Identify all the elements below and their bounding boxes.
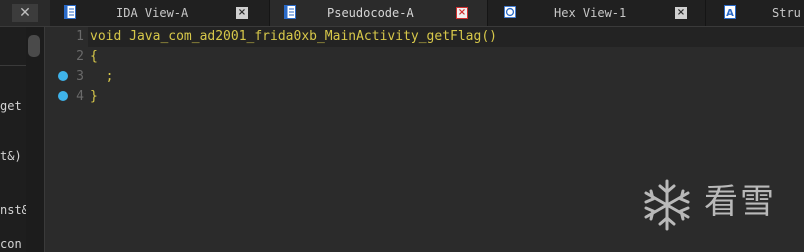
functions-panel: get t&) nst& con (0, 27, 45, 252)
gutter-line[interactable]: 1 (45, 27, 87, 47)
code-line[interactable]: ; (90, 67, 114, 87)
close-tab-icon[interactable]: × (675, 7, 687, 19)
gutter-line[interactable]: 3 (45, 67, 87, 87)
tab-label: Pseudocode-A (327, 6, 414, 20)
line-number: 2 (76, 49, 84, 64)
row-divider (0, 65, 26, 66)
left-panel-header: ✕ (0, 0, 50, 26)
close-tab-icon[interactable]: × (236, 7, 248, 19)
list-item[interactable]: t&) (0, 149, 26, 163)
close-panel-button[interactable]: ✕ (12, 4, 38, 22)
tab-label: Hex View-1 (554, 6, 627, 20)
breakpoint-icon[interactable] (58, 91, 68, 101)
snowflake-icon (644, 179, 690, 231)
svg-text:A: A (726, 8, 734, 19)
list-item[interactable]: get (0, 99, 26, 113)
line-gutter: 1 2 3 4 (45, 27, 87, 252)
gutter-line[interactable]: 2 (45, 47, 87, 67)
functions-list[interactable] (0, 27, 26, 252)
ida-view-icon (64, 5, 76, 19)
tab-structures[interactable]: A Stru (706, 0, 804, 26)
tab-pseudocode-a[interactable]: Pseudocode-A × (270, 0, 488, 26)
structures-icon: A (724, 5, 736, 19)
close-tab-icon[interactable]: × (456, 7, 468, 19)
code-line[interactable]: void Java_com_ad2001_frida0xb_MainActivi… (88, 27, 804, 47)
scrollbar-thumb[interactable] (28, 35, 40, 57)
breakpoint-icon[interactable] (58, 71, 68, 81)
tab-bar: ✕ IDA View-A × Pseudocode-A × Hex View-1… (0, 0, 804, 27)
line-number: 3 (76, 69, 84, 84)
tab-hex-view-1[interactable]: Hex View-1 × (488, 0, 706, 26)
tab-label: Stru (772, 6, 801, 20)
list-item[interactable]: nst& (0, 203, 26, 217)
gutter-line[interactable]: 4 (45, 87, 87, 107)
pseudocode-icon (284, 5, 296, 19)
code-line[interactable]: } (90, 87, 98, 107)
watermark-text: 看雪 (704, 182, 776, 222)
list-item[interactable]: con (0, 237, 26, 251)
line-number: 1 (76, 29, 84, 44)
tab-ida-view-a[interactable]: IDA View-A × (52, 0, 270, 26)
hex-view-icon (504, 5, 516, 19)
watermark: 看雪 (640, 176, 790, 232)
tab-label: IDA View-A (116, 6, 189, 20)
code-line[interactable]: { (90, 47, 98, 67)
line-number: 4 (76, 89, 84, 104)
